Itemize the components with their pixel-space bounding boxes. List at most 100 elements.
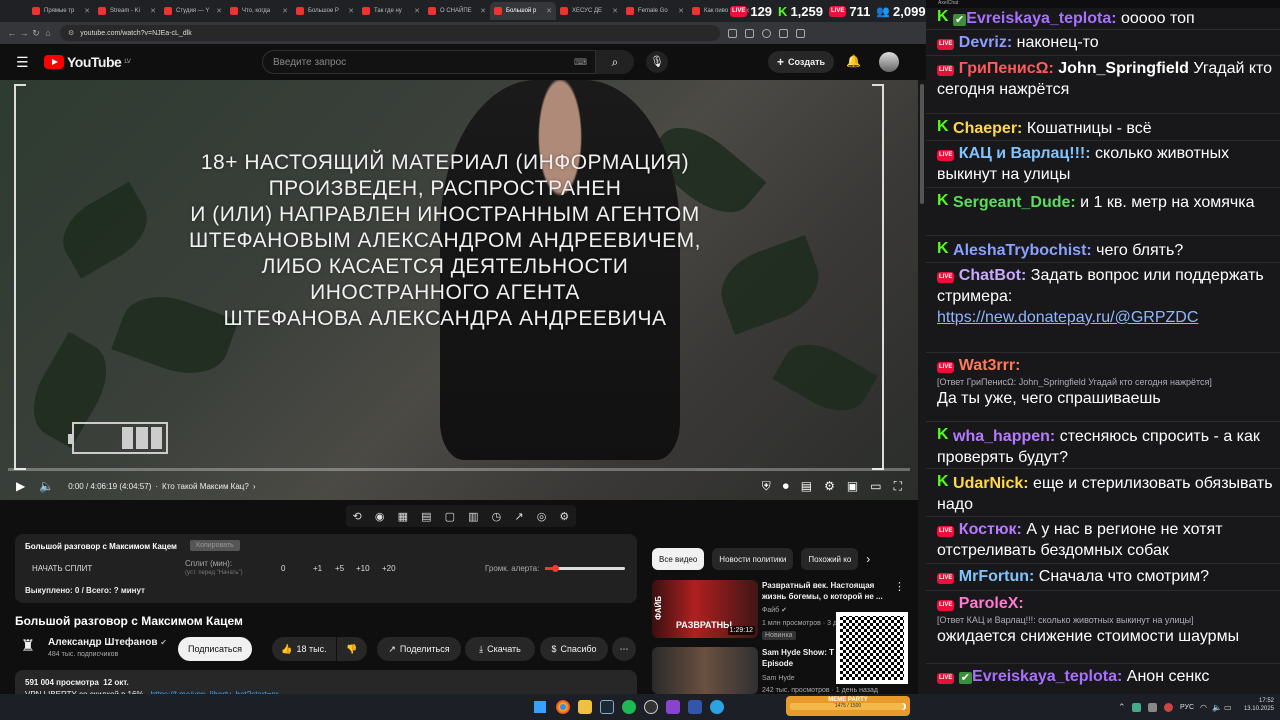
copy-tag[interactable]: Копировать <box>190 540 240 551</box>
profile-icon[interactable] <box>762 28 771 38</box>
chat-nickname[interactable]: Evreiskaya_teplota <box>966 10 1111 27</box>
recommendation-title[interactable]: Sam Hyde Show: T Episode <box>762 647 842 669</box>
obs-icon[interactable] <box>644 700 658 714</box>
fullwidth-icon[interactable]: ▥ <box>468 510 478 523</box>
speaker-icon[interactable]: 🔈 <box>1212 703 1222 712</box>
subscribe-button[interactable]: Подписаться <box>178 637 252 661</box>
filter-icon[interactable]: ▦ <box>398 510 408 523</box>
browser-tab[interactable]: Female Go ✕ <box>622 2 688 20</box>
miniplayer-icon[interactable]: ▣ <box>847 479 858 493</box>
dislike-button[interactable]: 👎 <box>337 637 367 661</box>
like-button[interactable]: 👍 18 тыс. <box>272 637 336 661</box>
tray-app-icon[interactable] <box>1164 702 1173 712</box>
chat-nickname[interactable]: UdarNick <box>953 475 1023 492</box>
channel-name[interactable]: Александр Штефанов ✔ <box>48 637 167 648</box>
video-thumbnail[interactable] <box>652 647 758 694</box>
browser-tab[interactable]: Так где ну ✕ <box>358 2 424 20</box>
chat-nickname[interactable]: wha_happen <box>953 428 1050 445</box>
audio-icon[interactable]: ◉ <box>375 510 385 523</box>
clock[interactable]: 17:52 13.10.2025 <box>1238 697 1274 713</box>
telegram-icon[interactable] <box>710 700 724 714</box>
explorer-icon[interactable] <box>578 700 592 714</box>
shield-icon[interactable]: ⛨ <box>762 479 771 494</box>
menu-icon[interactable] <box>796 28 805 38</box>
link-icon[interactable]: ↗ <box>514 510 523 523</box>
recommendation-channel[interactable]: Sam Hyde <box>762 675 795 682</box>
youtube-logo[interactable]: YouTube LV <box>44 54 131 70</box>
play-icon[interactable]: ▶ <box>16 479 25 493</box>
chat-nickname[interactable]: AleshaTrybochist <box>953 242 1086 259</box>
keyboard-icon[interactable]: ⌨ <box>574 57 587 68</box>
tray-chevron-icon[interactable]: ⌃ <box>1118 702 1126 713</box>
chat-nickname[interactable]: КАЦ и Варлац!!! <box>959 145 1085 162</box>
browser-tab[interactable]: Большой р ✕ <box>490 2 556 20</box>
chat-nickname[interactable]: Wat3rrr <box>959 357 1015 374</box>
alert-volume-slider[interactable] <box>545 565 625 572</box>
share-button[interactable]: ↗ Поделиться <box>377 637 461 661</box>
search-button[interactable]: ⌕ <box>596 50 634 74</box>
tab-close-icon[interactable]: ✕ <box>678 7 684 15</box>
url-field[interactable]: ⚙ youtube.com/watch?v=NJEa-cL_dlk <box>60 25 720 41</box>
speed-icon[interactable]: ◷ <box>492 510 502 523</box>
extension-icon[interactable] <box>728 28 737 38</box>
recommendation-title[interactable]: Развратный век. Настоящая жизнь богемы, … <box>762 580 892 602</box>
theater-mode-icon[interactable]: ▭ <box>870 479 881 493</box>
tab-close-icon[interactable]: ✕ <box>546 7 552 15</box>
chat-link[interactable]: https://new.donatepay.ru/@GRPZDC <box>937 309 1198 326</box>
more-icon[interactable]: ⋮ <box>894 580 905 593</box>
tab-close-icon[interactable]: ✕ <box>84 7 90 15</box>
voice-search-button[interactable]: 🎙 <box>646 51 668 73</box>
browser-tab[interactable]: Студия — Y ✕ <box>160 2 226 20</box>
back-icon[interactable]: ← <box>6 28 18 38</box>
account-avatar[interactable] <box>879 52 899 72</box>
chip-similar[interactable]: Похожий ко <box>801 548 859 570</box>
search-input[interactable]: Введите запрос ⌨ <box>262 50 596 74</box>
channel-avatar-icon[interactable]: ♜ <box>17 636 39 658</box>
alert-volume-knob[interactable] <box>551 565 559 572</box>
bookmark-icon[interactable] <box>745 28 754 38</box>
split-step-20[interactable]: +20 <box>382 564 396 573</box>
battery-icon[interactable]: ▭ <box>1224 703 1232 712</box>
wifi-icon[interactable]: ◠ <box>1200 703 1207 712</box>
language-indicator[interactable]: РУС <box>1180 704 1194 711</box>
hamburger-menu-icon[interactable]: ☰ <box>16 54 30 71</box>
browser-tab[interactable]: Прямые тр ✕ <box>28 2 94 20</box>
media-icon[interactable] <box>688 700 702 714</box>
split-step-5[interactable]: +5 <box>335 564 344 573</box>
extension-settings-icon[interactable]: ⚙ <box>559 510 569 523</box>
start-split-button[interactable]: НАЧАТЬ СПЛИТ <box>32 564 92 573</box>
chip-all-videos[interactable]: Все видео <box>652 548 705 570</box>
tab-close-icon[interactable]: ✕ <box>414 7 420 15</box>
picture-icon[interactable]: ▢ <box>445 510 455 523</box>
volume-icon[interactable]: 🔈 <box>39 479 54 493</box>
more-actions-button[interactable]: ⋯ <box>612 637 636 661</box>
chat-nickname[interactable]: Evreiskaya_teplota <box>972 668 1117 685</box>
reload-icon[interactable]: ↻ <box>30 28 42 39</box>
browser-tab[interactable]: ХЕСУС ДЕ ✕ <box>556 2 622 20</box>
split-step-1[interactable]: +1 <box>313 564 322 573</box>
split-value-input[interactable]: 0 <box>281 564 285 573</box>
chat-nickname[interactable]: Костюк <box>959 521 1017 538</box>
fullscreen-icon[interactable]: ⛶ <box>894 479 902 494</box>
browser-tab[interactable]: Что, когда ✕ <box>226 2 292 20</box>
video-player[interactable]: 18+ НАСТОЯЩИЙ МАТЕРИАЛ (ИНФОРМАЦИЯ) ПРОИЗ… <box>0 80 918 500</box>
chat-nickname[interactable]: ParoleX <box>959 595 1019 612</box>
meme-party-widget[interactable]: MEME PARTY 1475 / 1500 <box>786 696 910 716</box>
notifications-bell-icon[interactable]: 🔔 <box>846 54 861 68</box>
spotify-icon[interactable] <box>622 700 636 714</box>
tab-close-icon[interactable]: ✕ <box>480 7 486 15</box>
site-info-icon[interactable]: ⚙ <box>68 29 74 37</box>
autoplay-toggle[interactable]: ⏺ <box>783 479 789 494</box>
recommendation-channel[interactable]: Файб ✔ <box>762 606 787 614</box>
browser-tab[interactable]: О СНАЙПЕ ✕ <box>424 2 490 20</box>
browser-tab[interactable]: Большое Р ✕ <box>292 2 358 20</box>
windows-start-icon[interactable] <box>534 701 546 713</box>
chat-nickname[interactable]: ChatBot <box>959 267 1021 284</box>
browser-tab[interactable]: Stream - Ki ✕ <box>94 2 160 20</box>
chapter-title[interactable]: Кто такой Максим Кац? <box>162 482 249 491</box>
screenshot-icon[interactable]: ◎ <box>537 510 547 523</box>
video-thumbnail[interactable]: ФАЙБ РАЗВРАТНЫ 1:29:12 <box>652 580 758 638</box>
create-button[interactable]: + Создать <box>768 51 834 73</box>
download-button[interactable]: ⤓ Скачать <box>465 637 535 661</box>
chrome-icon[interactable] <box>556 700 570 714</box>
